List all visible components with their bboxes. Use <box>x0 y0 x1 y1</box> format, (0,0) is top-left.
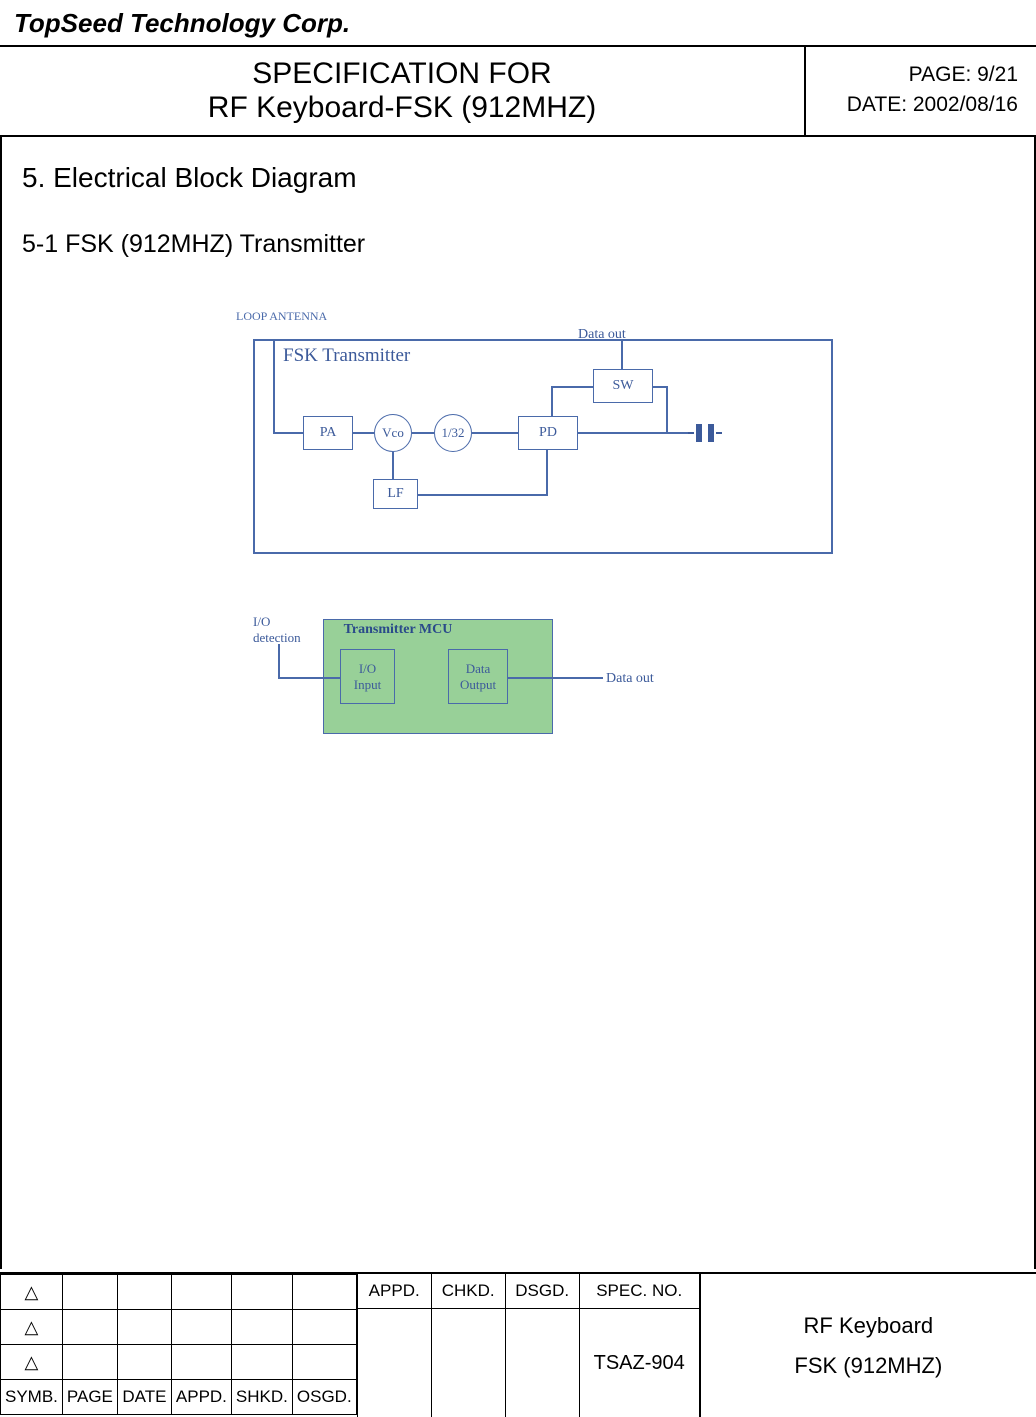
specno-body: TSAZ-904 <box>580 1309 699 1417</box>
tri-cell: △ <box>1 1275 63 1310</box>
empty-cell <box>292 1345 356 1380</box>
title-right: PAGE: 9/21 DATE: 2002/08/16 <box>806 47 1036 135</box>
hdr-page: PAGE <box>62 1380 117 1415</box>
line <box>278 644 280 679</box>
subsection-title: 5-1 FSK (912MHZ) Transmitter <box>22 230 1014 259</box>
line <box>392 452 394 479</box>
line <box>546 450 548 496</box>
data-out-l1: Data <box>466 661 491 677</box>
product-line2: FSK (912MHZ) <box>794 1346 942 1386</box>
empty-cell <box>231 1310 292 1345</box>
line <box>551 386 553 416</box>
specno-hdr: SPEC. NO. <box>580 1274 699 1309</box>
hdr-symb: SYMB. <box>1 1380 63 1415</box>
title-line1: SPECIFICATION FOR <box>0 57 804 91</box>
section-title: 5. Electrical Block Diagram <box>22 162 1014 194</box>
footer-mid: APPD. CHKD. DSGD. SPEC. NO. TSAZ-904 <box>358 1274 700 1417</box>
io-input-l2: Input <box>354 677 381 693</box>
io-input-block: I/O Input <box>340 649 395 704</box>
pd-block: PD <box>518 416 578 450</box>
page-label: PAGE: 9/21 <box>824 63 1018 87</box>
mcu-title: Transmitter MCU <box>333 622 463 638</box>
pa-block: PA <box>303 416 353 450</box>
empty-cell <box>292 1275 356 1310</box>
title-line2: RF Keyboard-FSK (912MHZ) <box>0 91 804 125</box>
title-left: SPECIFICATION FOR RF Keyboard-FSK (912MH… <box>0 47 806 135</box>
io-det-l1: I/O <box>253 614 301 630</box>
tri-cell: △ <box>1 1345 63 1380</box>
dsgd-hdr: DSGD. <box>506 1274 579 1309</box>
empty-cell <box>117 1310 171 1345</box>
empty-cell <box>62 1275 117 1310</box>
data-output-block: Data Output <box>448 649 508 704</box>
line <box>621 339 623 369</box>
line <box>273 432 303 434</box>
vco-circle: Vco <box>374 414 412 452</box>
hdr-appd: APPD. <box>171 1380 231 1415</box>
hdr-osgd: OSGD. <box>292 1380 356 1415</box>
empty-cell <box>62 1345 117 1380</box>
chkd-hdr: CHKD. <box>432 1274 505 1309</box>
product-line1: RF Keyboard <box>804 1306 934 1346</box>
hdr-shkd: SHKD. <box>231 1380 292 1415</box>
appd-col: APPD. <box>358 1274 432 1417</box>
empty-cell <box>231 1275 292 1310</box>
empty-cell <box>171 1310 231 1345</box>
line <box>412 432 434 434</box>
footer-right: RF Keyboard FSK (912MHZ) <box>700 1274 1036 1417</box>
tri-cell: △ <box>1 1310 63 1345</box>
data-out-l2: Output <box>460 677 496 693</box>
revision-table: △ △ △ SYMB. PAGE DATE APPD. SHKD. <box>0 1274 357 1415</box>
date-label: DATE: 2002/08/16 <box>824 93 1018 117</box>
dsgd-body <box>506 1309 579 1417</box>
line <box>578 432 688 434</box>
line <box>666 386 668 434</box>
line <box>418 494 548 496</box>
line <box>278 677 340 679</box>
empty-cell <box>117 1275 171 1310</box>
empty-cell <box>62 1310 117 1345</box>
triangle-icon: △ <box>25 1282 39 1303</box>
crystal-icon <box>688 427 723 439</box>
company-header: TopSeed Technology Corp. <box>0 0 1036 47</box>
io-det-l2: detection <box>253 630 301 646</box>
line <box>353 432 374 434</box>
empty-cell <box>292 1310 356 1345</box>
chkd-body <box>432 1309 505 1417</box>
loop-antenna-label: LOOP ANTENNA <box>236 309 327 324</box>
io-input-l1: I/O <box>359 661 376 677</box>
empty-cell <box>171 1275 231 1310</box>
line <box>508 677 603 679</box>
triangle-icon: △ <box>25 1352 39 1373</box>
dsgd-col: DSGD. <box>506 1274 580 1417</box>
empty-cell <box>231 1345 292 1380</box>
chkd-col: CHKD. <box>432 1274 506 1417</box>
triangle-icon: △ <box>25 1317 39 1338</box>
lf-block: LF <box>373 479 418 509</box>
content-area: 5. Electrical Block Diagram 5-1 FSK (912… <box>0 137 1036 1269</box>
line <box>472 432 518 434</box>
data-out-right-label: Data out <box>606 671 654 687</box>
title-block: SPECIFICATION FOR RF Keyboard-FSK (912MH… <box>0 47 1036 137</box>
appd-body <box>358 1309 431 1417</box>
footer-area: △ △ △ SYMB. PAGE DATE APPD. SHKD. <box>0 1272 1036 1417</box>
empty-cell <box>117 1345 171 1380</box>
hdr-date: DATE <box>117 1380 171 1415</box>
line <box>551 386 593 388</box>
footer-left: △ △ △ SYMB. PAGE DATE APPD. SHKD. <box>0 1274 358 1417</box>
divider-circle: 1/32 <box>434 414 472 452</box>
line <box>273 339 275 432</box>
io-detection-label: I/O detection <box>253 614 301 645</box>
empty-cell <box>171 1345 231 1380</box>
sw-block: SW <box>593 369 653 403</box>
specno-col: SPEC. NO. TSAZ-904 <box>580 1274 700 1417</box>
appd-hdr: APPD. <box>358 1274 431 1309</box>
